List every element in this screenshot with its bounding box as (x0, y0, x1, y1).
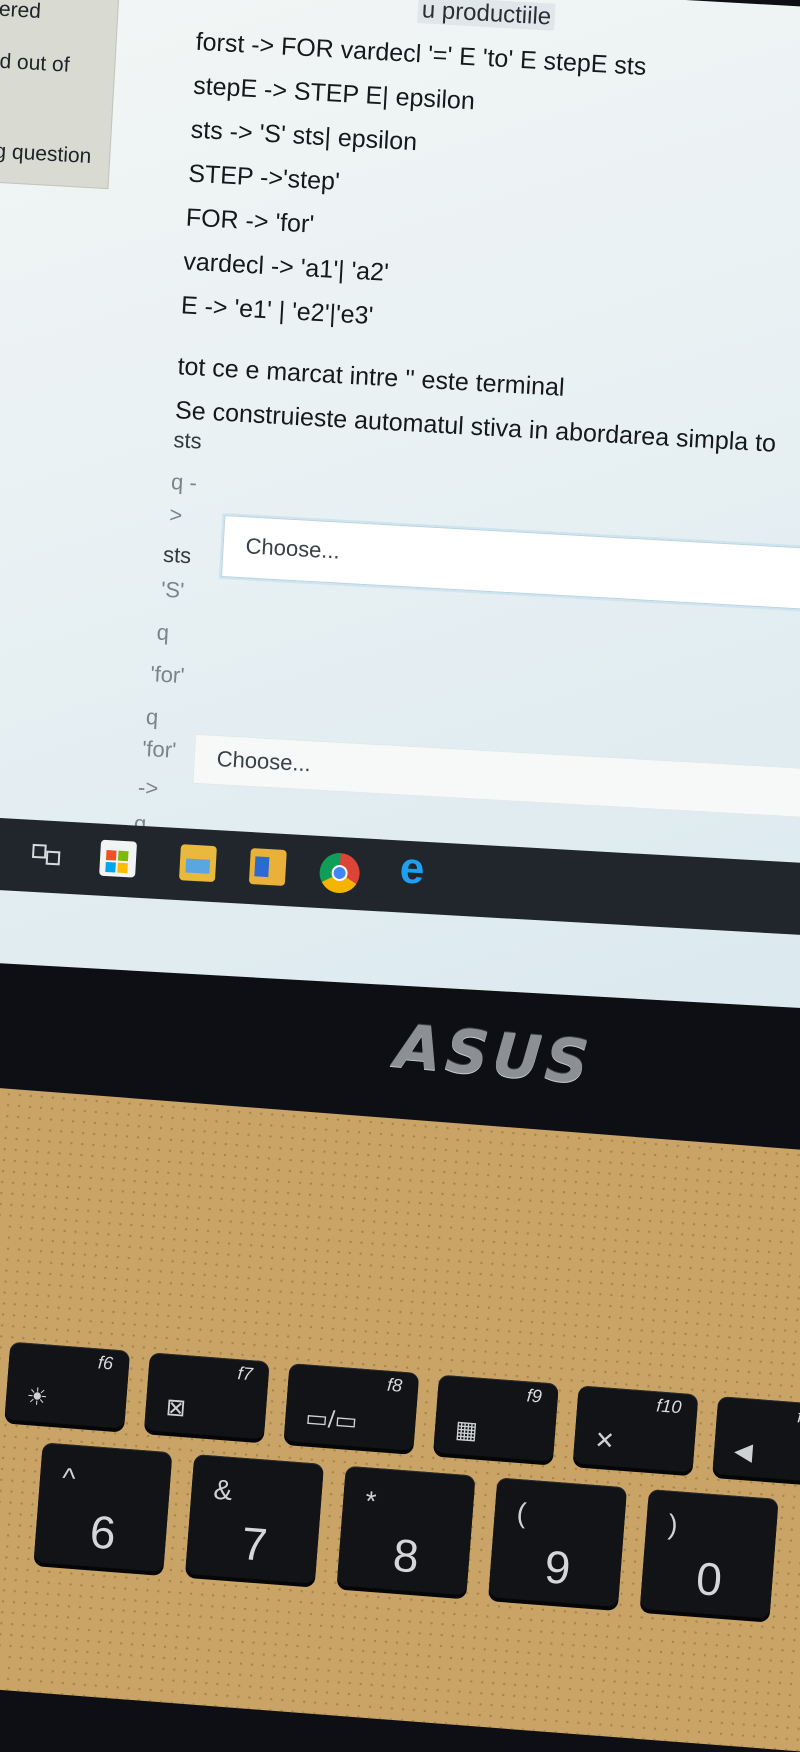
brightness-icon: ☀ (25, 1383, 49, 1412)
answer-select-2[interactable]: Choose... (192, 733, 800, 820)
store-icon[interactable] (99, 839, 138, 878)
key-9[interactable]: ( 9 (488, 1477, 628, 1608)
key-0[interactable]: ) 0 (639, 1489, 779, 1619)
question-text: u productiile forst -> FOR vardecl '=' E… (173, 0, 800, 495)
f10-key[interactable]: f10 ✕ (572, 1385, 699, 1473)
answered-status: swered (0, 0, 42, 24)
asus-logo: ASUS (392, 1011, 596, 1099)
key-6[interactable]: ^ 6 (33, 1442, 173, 1573)
display-switch-icon: ▭/▭ (304, 1404, 359, 1436)
terminal-symbol: 'for' (141, 735, 177, 763)
arrow-label: > (168, 502, 183, 528)
arrow-label: -> (137, 774, 159, 801)
touchpad-icon: ▦ (453, 1416, 479, 1445)
terminal-symbol: 'S' (160, 576, 185, 603)
state-label: q (156, 619, 170, 646)
laptop-screen: swered rked out of 0 Flag question u pro… (0, 0, 800, 1009)
key-8[interactable]: * 8 (336, 1465, 476, 1596)
f11-key[interactable]: f11 ◀ (712, 1396, 800, 1484)
answer-select[interactable]: Choose... (220, 515, 800, 611)
windows-taskbar: e (0, 813, 800, 936)
powerpoint-icon[interactable] (248, 848, 287, 887)
state-label: q - (170, 469, 198, 496)
file-explorer-icon[interactable] (178, 844, 217, 883)
flag-question-link[interactable]: Flag question (0, 138, 92, 169)
f6-key[interactable]: f6 ☀ (4, 1341, 131, 1429)
stack-symbol: sts (172, 427, 203, 454)
display-off-icon: ⊠ (164, 1393, 187, 1423)
stack-symbol: sts (162, 541, 192, 569)
f8-key[interactable]: f8 ▭/▭ (283, 1363, 420, 1451)
keyboard-deck: f6 ☀ f7 ⊠ f8 ▭/▭ f9 ▦ f10 ✕ f11 ◀ ^ 6 & … (0, 1085, 800, 1752)
task-view-icon[interactable] (27, 836, 65, 874)
edge-icon[interactable]: e (399, 843, 437, 893)
question-info-panel: swered rked out of 0 Flag question (0, 0, 120, 190)
chrome-icon[interactable] (318, 851, 361, 895)
state-label: q (145, 704, 159, 730)
key-7[interactable]: & 7 (185, 1454, 324, 1584)
select-placeholder: Choose... (245, 533, 341, 564)
terminal-symbol: 'for' (149, 661, 186, 689)
select-placeholder: Choose... (216, 746, 312, 777)
f7-key[interactable]: f7 ⊠ (144, 1352, 270, 1440)
mute-icon: ✕ (593, 1426, 616, 1456)
f9-key[interactable]: f9 ▦ (433, 1374, 559, 1462)
marked-out-of: rked out of (0, 48, 71, 77)
volume-down-icon: ◀ (733, 1437, 754, 1466)
